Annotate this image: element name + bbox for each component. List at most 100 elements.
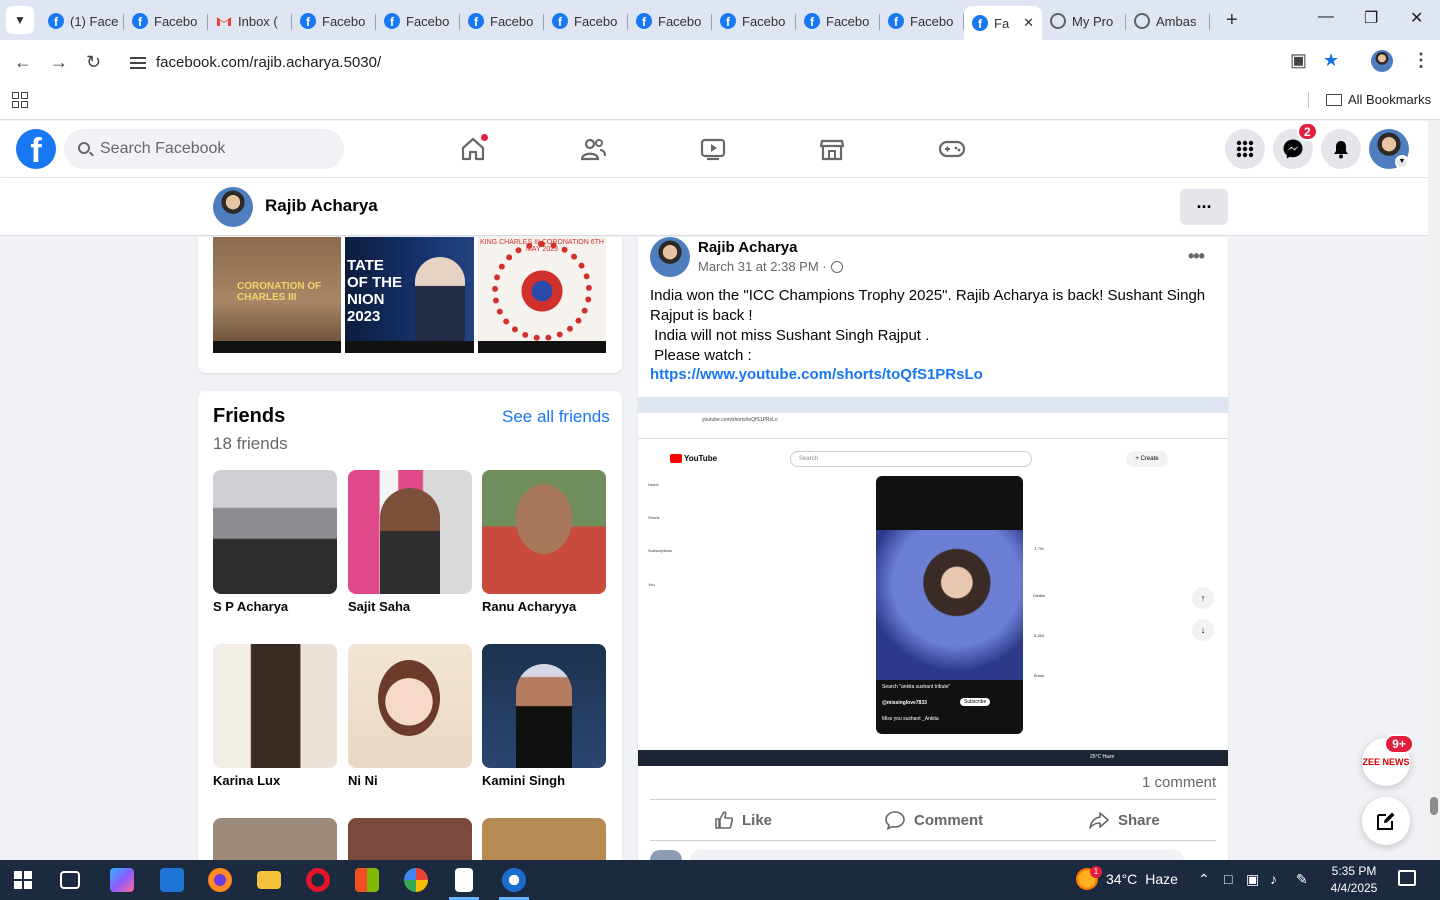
new-tab-button[interactable]: + [1226,9,1238,32]
browser-profile-avatar[interactable] [1371,50,1393,72]
friend-photo[interactable] [348,818,472,860]
marketplace-nav-icon[interactable] [818,135,846,163]
like-button[interactable]: Like [714,808,772,832]
facebook-search-input[interactable]: Search Facebook [64,129,344,169]
browser-tab[interactable]: f Facebo [880,6,964,36]
page-scrollbar[interactable] [1428,121,1440,859]
friend-name[interactable]: Ranu Acharyya [482,599,576,614]
notification-center-icon[interactable] [1398,870,1416,886]
post-screenshot-image[interactable]: youtube.com/shorts/toQfS1PRsLo YouTube S… [638,397,1228,766]
all-bookmarks-button[interactable]: All Bookmarks [1326,92,1431,107]
forward-button[interactable]: → [50,52,68,73]
profile-more-button[interactable]: ··· [1180,189,1228,225]
friend-name[interactable]: S P Acharya [213,599,288,614]
comment-button[interactable]: Comment [884,808,983,832]
windows-start-icon[interactable] [14,871,32,889]
photo-thumb[interactable]: TATE OF THE NION 2023 [345,237,474,353]
volume-icon[interactable]: ♪ [1270,871,1277,887]
post-author[interactable]: Rajib Acharya [698,239,798,256]
facebook-logo[interactable]: f [16,129,56,169]
tab-active[interactable]: f Fa ✕ [964,6,1042,40]
post-link[interactable]: https://www.youtube.com/shorts/toQfS1PRs… [650,366,983,383]
photo-thumb[interactable]: CORONATION OF CHARLES III [213,237,341,353]
opera-icon[interactable] [306,868,330,892]
notifications-button[interactable] [1321,129,1361,169]
url-field[interactable]: facebook.com/rajib.acharya.5030/ [120,46,1360,78]
apps-grid-icon[interactable] [12,92,28,108]
firefox-icon[interactable] [208,868,232,892]
tab-search-button[interactable]: ▼ [6,6,34,34]
friend-photo[interactable] [348,644,472,768]
browser-tab[interactable]: f Facebo [376,6,460,36]
browser-tab[interactable]: f Facebo [628,6,712,36]
browser-tab[interactable]: f Facebo [460,6,544,36]
bookmark-star-icon[interactable]: ★ [1323,50,1339,71]
browser-tab[interactable]: f Facebo [124,6,208,36]
comment-input[interactable] [690,850,1184,860]
friend-photo[interactable] [482,818,606,860]
file-explorer-icon[interactable] [257,871,281,889]
tray-chevron-icon[interactable]: ⌃ [1198,871,1210,888]
friend-photo[interactable] [482,644,606,768]
browser-tab[interactable]: f Facebo [712,6,796,36]
remote-app-icon[interactable] [160,868,184,892]
profile-name[interactable]: Rajib Acharya [265,196,378,216]
browser-tab[interactable]: f Facebo [544,6,628,36]
close-window-button[interactable]: ✕ [1410,8,1423,28]
emblem-center [518,267,566,315]
friend-name[interactable]: Ni Ni [348,773,378,788]
see-all-friends-link[interactable]: See all friends [502,407,610,427]
browser-tab[interactable]: Inbox ( [208,6,292,36]
browser-tab[interactable]: f Facebo [292,6,376,36]
friend-name[interactable]: Kamini Singh [482,773,565,788]
tab-label: Facebo [910,13,954,29]
shot-channel: @missinglove7833 [882,700,927,706]
photo-thumb[interactable]: KING CHARLES III CORONATION 6TH MAY 2023 [478,237,606,353]
friend-photo[interactable] [213,818,337,860]
scrollbar-thumb[interactable] [1430,797,1438,815]
post-author-avatar[interactable] [650,237,690,277]
reload-button[interactable]: ↻ [86,52,101,73]
store-icon[interactable] [355,868,379,892]
menu-grid-button[interactable] [1225,129,1265,169]
browser-tab[interactable]: f (1) Face [40,6,124,36]
friend-photo[interactable] [213,644,337,768]
friend-photo[interactable] [348,470,472,594]
new-message-button[interactable] [1362,797,1410,845]
post-options-button[interactable]: ••• [1188,246,1205,267]
browser-tab[interactable]: My Pro [1042,6,1126,36]
comments-count[interactable]: 1 comment [1142,774,1216,791]
friends-title[interactable]: Friends [213,405,285,428]
battery-icon[interactable]: □ [1224,871,1232,887]
browser-tab[interactable]: f Facebo [796,6,880,36]
browser-menu-icon[interactable]: ⋮ [1412,50,1430,71]
video-nav-icon[interactable] [699,135,727,163]
post-date[interactable]: March 31 at 2:38 PM · [698,259,827,274]
restore-button[interactable]: ❐ [1364,8,1378,28]
account-chevron-icon[interactable]: ▼ [1395,155,1409,169]
friend-photo[interactable] [213,470,337,594]
share-button[interactable]: Share [1088,808,1160,832]
install-app-icon[interactable]: ▣ [1290,50,1307,71]
taskbar-clock[interactable]: 5:35 PM 4/4/2025 [1324,863,1384,897]
task-view-icon[interactable] [60,871,80,889]
network-icon[interactable]: ▣ [1246,871,1259,888]
copilot-icon[interactable] [110,868,134,892]
chrome-icon[interactable] [404,868,428,892]
close-tab-icon[interactable]: ✕ [1023,15,1034,31]
tab-label: My Pro [1072,13,1114,29]
site-settings-icon[interactable] [130,54,146,69]
friends-nav-icon[interactable] [579,135,607,163]
app-icon[interactable] [502,868,526,892]
browser-tab[interactable]: Ambas [1126,6,1210,36]
notepad-icon[interactable] [455,868,473,892]
friend-name[interactable]: Karina Lux [213,773,280,788]
pen-icon[interactable]: ✎ [1296,871,1308,888]
profile-avatar[interactable] [213,187,253,227]
back-button[interactable]: ← [14,52,32,73]
friend-name[interactable]: Sajit Saha [348,599,410,614]
tab-label: Facebo [826,13,870,29]
minimize-button[interactable]: — [1318,8,1334,26]
friend-photo[interactable] [482,470,606,594]
gaming-nav-icon[interactable] [938,135,966,163]
